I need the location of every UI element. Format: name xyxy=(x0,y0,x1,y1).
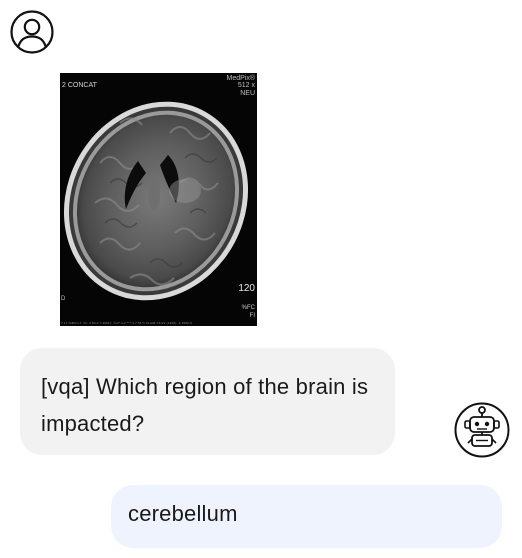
mri-size-label: 512 x xyxy=(237,82,255,89)
bot-avatar xyxy=(454,402,510,458)
answer-bubble: cerebellum xyxy=(111,485,502,548)
answer-text: cerebellum xyxy=(128,501,238,526)
mri-fi-label: FI xyxy=(249,313,255,319)
mri-sequence-label: 2 CONCAT xyxy=(62,82,97,89)
mri-footer-label: 7:17 NiBCrL7: ID: 4:50-0 7:2M&7; 7x0*:4:… xyxy=(61,321,192,325)
mri-left-mark: D xyxy=(61,296,66,302)
mri-number-label: 120 xyxy=(238,283,255,294)
mri-dept-label: NEU xyxy=(240,90,255,97)
mri-fc-label: %FC xyxy=(241,305,255,311)
mri-image: 2 CONCAT MedPix® 512 x NEU 120 %FC FI D … xyxy=(60,73,257,326)
robot-icon xyxy=(454,402,510,458)
question-text: [vqa] Which region of the brain is impac… xyxy=(41,374,369,436)
user-avatar-icon xyxy=(10,10,54,54)
user-avatar xyxy=(10,10,54,54)
mri-brand-label: MedPix® xyxy=(226,75,256,82)
question-bubble: [vqa] Which region of the brain is impac… xyxy=(20,348,395,455)
